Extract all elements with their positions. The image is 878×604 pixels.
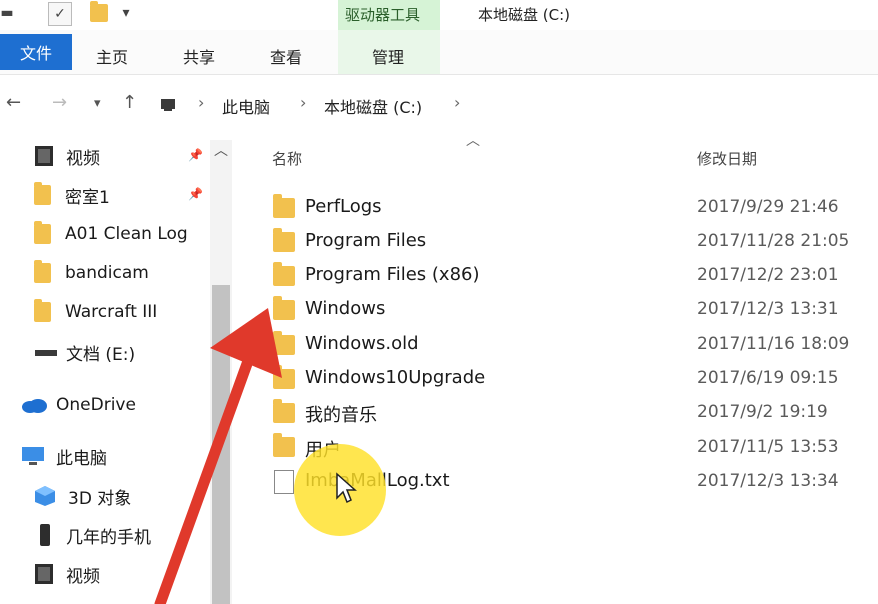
red-arrow-annotation <box>154 308 282 604</box>
